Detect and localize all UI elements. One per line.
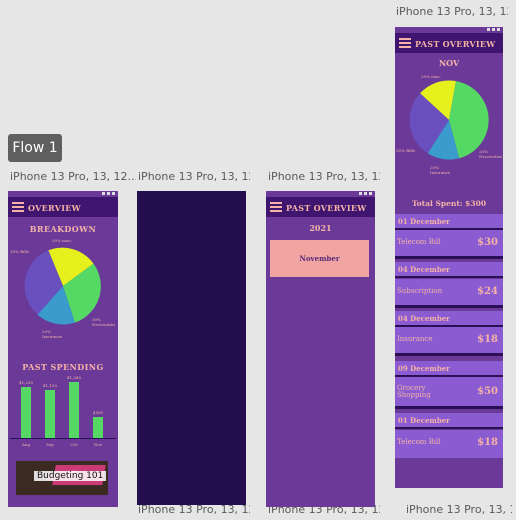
bar-value-label: $1,235 xyxy=(19,379,33,385)
chart-baseline xyxy=(10,438,116,439)
page-title: PAST OVERVIEW xyxy=(286,203,367,213)
banner-text: Budgeting 101 xyxy=(34,471,107,481)
frame-label-past-detail[interactable]: iPhone 13 Pro, 13, 12... xyxy=(396,5,508,18)
pie-label-misc: 20% misc xyxy=(421,74,441,79)
pie-label-bills: 35% Bills xyxy=(396,148,415,153)
pie-label-insurance: 20% Insurance xyxy=(42,329,63,339)
bar-nov xyxy=(93,417,103,438)
bar-aug xyxy=(21,386,31,438)
transaction-amount: $50 xyxy=(477,386,498,397)
past-spending-bar-chart: $1,235 Aug $1,150 Sep $1,345 Oct $500 Nov xyxy=(8,371,118,451)
flow-badge[interactable]: Flow 1 xyxy=(8,134,62,162)
blank-screen xyxy=(137,191,246,505)
pie-label-misc: 20% misc xyxy=(52,238,72,243)
pie-label-bills: 35% Bills xyxy=(10,249,29,254)
pie-label-necessities: 25% Necessities xyxy=(479,149,503,159)
bar-category-label: Aug xyxy=(21,442,31,447)
transaction-row[interactable]: Grocery Shopping $50 xyxy=(395,377,503,409)
menu-icon[interactable] xyxy=(270,202,282,212)
transaction-amount: $24 xyxy=(477,286,498,297)
transaction-amount: $18 xyxy=(477,437,498,448)
pie-label-necessities: 30% Necessities xyxy=(92,317,116,327)
bar-oct xyxy=(69,382,79,438)
bar-value-label: $500 xyxy=(92,410,104,416)
transaction-label: Grocery Shopping xyxy=(397,384,431,399)
frame-label-past-detail-bottom[interactable]: iPhone 13 Pro, 13, 12... xyxy=(406,503,512,516)
frame-label-blank[interactable]: iPhone 13 Pro, 13, 12... xyxy=(138,170,250,183)
bar-value-label: $1,345 xyxy=(67,375,81,381)
transaction-amount: $30 xyxy=(477,237,498,248)
bar-category-label: Oct xyxy=(70,442,78,447)
transaction-label: Insurance xyxy=(397,335,433,343)
app-bar: PAST OVERVIEW xyxy=(266,197,375,217)
past-overview-detail-screen: PAST OVERVIEW NOV 20% misc 35% Bills 25%… xyxy=(395,27,503,488)
transaction-row[interactable]: Telecom Bill $18 xyxy=(395,430,503,458)
pie-label-insurance: 20% Insurance xyxy=(430,165,451,175)
bar-category-label: Nov xyxy=(93,442,103,447)
frame-label-overview[interactable]: iPhone 13 Pro, 13, 12... xyxy=(10,170,136,183)
total-spent: Total Spent: $300 xyxy=(411,199,487,208)
budgeting-banner[interactable]: Budgeting 101 xyxy=(16,461,108,495)
date-header: 01 December xyxy=(395,214,503,230)
month-button-november[interactable]: November xyxy=(270,240,369,277)
bar-value-label: $1,150 xyxy=(43,383,57,389)
frame-label-past-overview[interactable]: iPhone 13 Pro, 13, 12... xyxy=(268,170,380,183)
bar-category-label: Sep xyxy=(46,442,54,447)
date-header: 09 December xyxy=(395,361,503,377)
year-label: 2021 xyxy=(309,223,332,233)
transaction-label: Subscription xyxy=(397,287,443,295)
overview-screen: OVERVIEW BREAKDOWN 20% misc 35% Bills 30… xyxy=(8,191,118,507)
transaction-row[interactable]: Insurance $18 xyxy=(395,327,503,356)
status-bar xyxy=(359,192,372,196)
transaction-label: Telecom Bill xyxy=(397,438,441,446)
transaction-row[interactable]: Telecom Bill $30 xyxy=(395,230,503,259)
past-overview-year-screen: PAST OVERVIEW 2021 November xyxy=(266,191,375,507)
date-header: 04 December xyxy=(395,311,503,327)
transaction-amount: $18 xyxy=(477,334,498,345)
date-header: 04 December xyxy=(395,262,503,278)
transaction-label: Telecom Bill xyxy=(397,238,441,246)
bar-sep xyxy=(45,390,55,438)
transaction-row[interactable]: Subscription $24 xyxy=(395,279,503,308)
date-header: 01 December xyxy=(395,413,503,429)
